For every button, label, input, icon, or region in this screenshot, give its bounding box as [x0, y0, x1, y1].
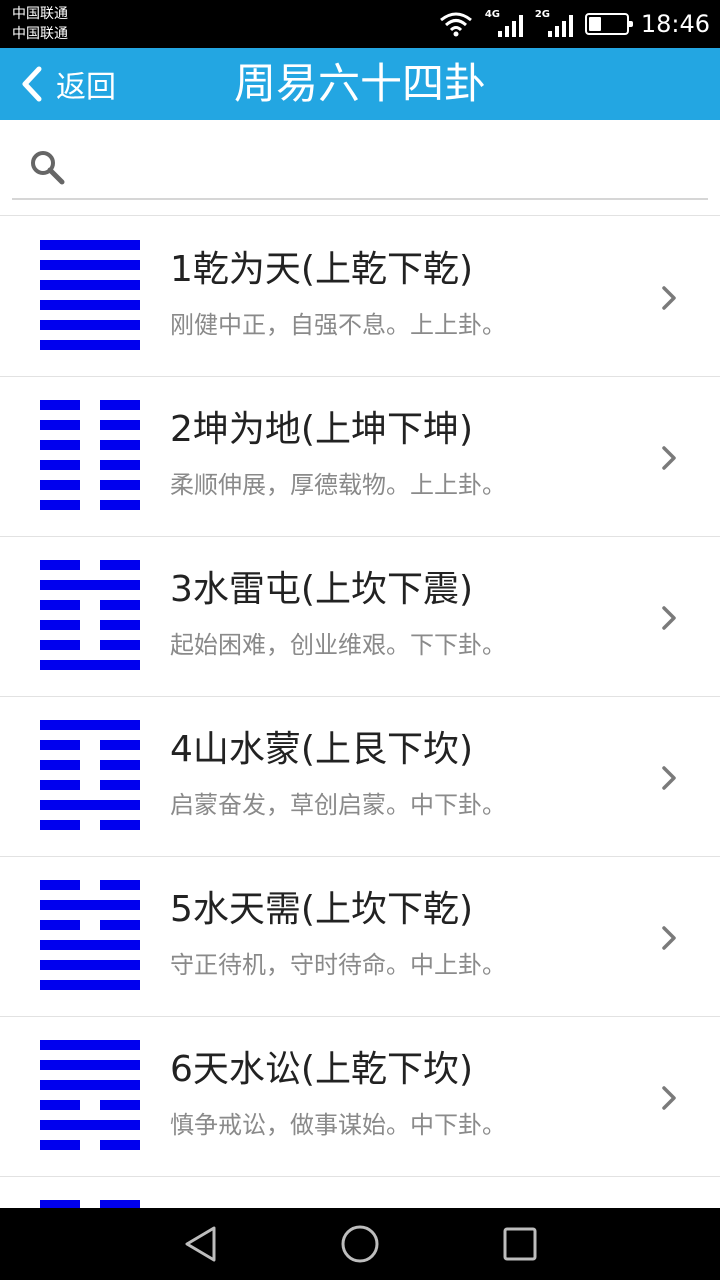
hexagram-symbol: [40, 1040, 140, 1150]
hexagram-description: 启蒙奋发，草创启蒙。中下卦。: [170, 791, 506, 819]
status-bar: 中国联通 中国联通 4G 2G 18:46: [0, 0, 720, 48]
yang-line: [40, 340, 140, 350]
carrier-2: 中国联通: [12, 26, 68, 42]
chevron-right-icon: [662, 1086, 676, 1110]
hexagram-description: 守正待机，守时待命。中上卦。: [170, 951, 506, 979]
yin-line: [40, 740, 140, 750]
hexagram-title: 6天水讼(上乾下坎): [170, 1049, 473, 1090]
yin-line: [40, 1200, 140, 1208]
back-label: 返回: [56, 70, 116, 105]
yang-line: [40, 300, 140, 310]
yin-line: [40, 1140, 140, 1150]
hexagram-symbol: [40, 400, 140, 510]
signal-2: 2G: [534, 9, 573, 37]
yang-line: [40, 720, 140, 730]
list-item[interactable]: [0, 1177, 720, 1208]
hexagram-symbol: [40, 880, 140, 990]
carrier-info: 中国联通 中国联通: [12, 4, 68, 44]
yin-line: [40, 500, 140, 510]
nav-recents-button[interactable]: [496, 1220, 544, 1268]
yang-line: [40, 260, 140, 270]
back-button[interactable]: 返回: [20, 48, 116, 120]
hexagram-description: 慎争戒讼，做事谋始。中下卦。: [170, 1111, 506, 1139]
triangle-back-icon: [185, 1226, 216, 1262]
signal-1: 4G: [484, 9, 523, 37]
yin-line: [40, 600, 140, 610]
yin-line: [40, 620, 140, 630]
yin-line: [40, 920, 140, 930]
list-item[interactable]: 3水雷屯(上坎下震) 起始困难，创业维艰。下下卦。: [0, 537, 720, 697]
yang-line: [40, 980, 140, 990]
list-item[interactable]: 1乾为天(上乾下乾) 刚健中正，自强不息。上上卦。: [0, 217, 720, 377]
search-icon: [31, 151, 65, 185]
hexagram-description: 刚健中正，自强不息。上上卦。: [170, 311, 506, 339]
chevron-right-icon: [662, 926, 676, 950]
hexagram-description: 柔顺伸展，厚德载物。上上卦。: [170, 471, 506, 499]
yin-line: [40, 400, 140, 410]
hexagram-title: 1乾为天(上乾下乾): [170, 249, 473, 290]
yang-line: [40, 660, 140, 670]
yin-line: [40, 640, 140, 650]
hexagram-title: 5水天需(上坎下乾): [170, 889, 473, 930]
yang-line: [40, 1120, 140, 1130]
network-type-2: 2G: [534, 9, 550, 20]
list-item[interactable]: 2坤为地(上坤下坤) 柔顺伸展，厚德载物。上上卦。: [0, 377, 720, 537]
hexagram-title: 2坤为地(上坤下坤): [170, 409, 473, 450]
hexagram-title: 4山水蒙(上艮下坎): [170, 729, 473, 770]
list-item[interactable]: 4山水蒙(上艮下坎) 启蒙奋发，草创启蒙。中下卦。: [0, 697, 720, 857]
yin-line: [40, 460, 140, 470]
yin-line: [40, 1100, 140, 1110]
yang-line: [40, 800, 140, 810]
title-bar: 返回 周易六十四卦: [0, 48, 720, 120]
carrier-1: 中国联通: [12, 6, 68, 22]
hexagram-symbol: [40, 560, 140, 670]
hexagram-list: 1乾为天(上乾下乾) 刚健中正，自强不息。上上卦。 2坤为地(上坤下坤) 柔顺伸展，厚…: [0, 217, 720, 1208]
clock: 18:46: [640, 10, 710, 38]
yang-line: [40, 900, 140, 910]
hexagram-symbol: [40, 720, 140, 830]
yin-line: [40, 420, 140, 430]
yin-line: [40, 440, 140, 450]
nav-back-button[interactable]: [176, 1220, 224, 1268]
yin-line: [40, 820, 140, 830]
search-bar: [0, 120, 720, 216]
yang-line: [40, 240, 140, 250]
yang-line: [40, 580, 140, 590]
yang-line: [40, 960, 140, 970]
navigation-bar: [0, 1208, 720, 1280]
battery-level: [588, 17, 602, 31]
yin-line: [40, 780, 140, 790]
chevron-right-icon: [662, 606, 676, 630]
battery-icon: [584, 13, 633, 35]
yang-line: [40, 1080, 140, 1090]
wifi-icon: [439, 12, 472, 37]
hexagram-title: 3水雷屯(上坎下震): [170, 569, 473, 610]
yin-line: [40, 880, 140, 890]
yang-line: [40, 940, 140, 950]
nav-home-button[interactable]: [336, 1220, 384, 1268]
yin-line: [40, 480, 140, 490]
chevron-left-icon: [22, 66, 42, 102]
hexagram-symbol: [40, 240, 140, 350]
network-type-1: 4G: [484, 9, 500, 20]
list-item[interactable]: 6天水讼(上乾下坎) 慎争戒讼，做事谋始。中下卦。: [0, 1017, 720, 1177]
square-recents-icon: [503, 1227, 537, 1261]
yin-line: [40, 560, 140, 570]
search-input[interactable]: [82, 146, 704, 192]
chevron-right-icon: [662, 286, 676, 310]
chevron-right-icon: [662, 766, 676, 790]
yang-line: [40, 320, 140, 330]
circle-home-icon: [341, 1225, 379, 1263]
search-box: [12, 142, 708, 200]
chevron-right-icon: [662, 446, 676, 470]
list-item[interactable]: 5水天需(上坎下乾) 守正待机，守时待命。中上卦。: [0, 857, 720, 1017]
yang-line: [40, 280, 140, 290]
yin-line: [40, 760, 140, 770]
status-icons: 4G 2G 18:46: [427, 0, 710, 48]
yang-line: [40, 1040, 140, 1050]
hexagram-symbol: [40, 1200, 140, 1208]
yang-line: [40, 1060, 140, 1070]
hexagram-description: 起始困难，创业维艰。下下卦。: [170, 631, 506, 659]
